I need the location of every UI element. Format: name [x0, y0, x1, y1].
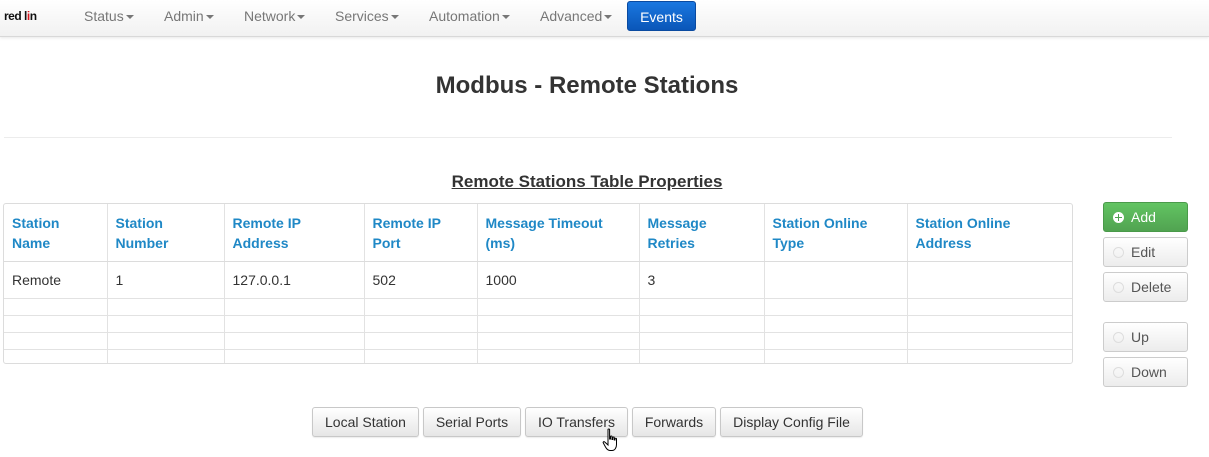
cell-message-retries: 3: [639, 261, 765, 299]
cell-online-address: [907, 261, 1072, 299]
hand-cursor-icon: [602, 428, 617, 451]
nav-admin[interactable]: Admin: [164, 0, 214, 34]
caret-down-icon: [390, 15, 399, 20]
nav-status[interactable]: Status: [84, 0, 134, 34]
circle-icon: [1113, 247, 1124, 258]
nav-automation-label: Automation: [429, 8, 500, 24]
nav-services[interactable]: Services: [335, 0, 399, 34]
col-header-online-address[interactable]: Station Online Address: [907, 204, 1072, 262]
display-config-file-button[interactable]: Display Config File: [720, 407, 863, 437]
col-header-station-name[interactable]: Station Name: [4, 204, 108, 262]
nav-admin-label: Admin: [164, 8, 204, 24]
edit-button-label: Edit: [1131, 244, 1156, 260]
up-button-label: Up: [1131, 329, 1149, 345]
add-button[interactable]: Add: [1103, 202, 1188, 232]
caret-down-icon: [125, 15, 134, 20]
caret-down-icon: [205, 15, 214, 20]
col-header-station-number[interactable]: Station Number: [107, 204, 225, 262]
page-title: Modbus - Remote Stations: [435, 72, 739, 99]
col-header-message-timeout[interactable]: Message Timeout (ms): [477, 204, 640, 262]
down-button-label: Down: [1131, 364, 1167, 380]
up-button[interactable]: Up: [1103, 322, 1188, 352]
col-header-remote-ip-address[interactable]: Remote IP Address: [224, 204, 365, 262]
edit-button[interactable]: Edit: [1103, 237, 1188, 267]
down-button[interactable]: Down: [1103, 357, 1188, 387]
cell-remote-ip-port: 502: [364, 261, 478, 299]
caret-down-icon: [501, 15, 510, 20]
section-title: Remote Stations Table Properties: [451, 172, 723, 191]
divider: [4, 137, 1172, 138]
serial-ports-button[interactable]: Serial Ports: [423, 407, 521, 437]
top-navbar: red lin Status Admin Network Services Au…: [0, 0, 1209, 37]
empty-table-row[interactable]: [4, 332, 1072, 350]
cell-message-timeout: 1000: [477, 261, 640, 299]
local-station-button[interactable]: Local Station: [312, 407, 419, 437]
nav-events[interactable]: Events: [627, 1, 696, 31]
logo-text: red l: [4, 9, 27, 23]
cell-station-number: 1: [107, 261, 225, 299]
nav-network-label: Network: [244, 8, 296, 24]
empty-table-row[interactable]: [4, 349, 1072, 363]
redlion-logo[interactable]: red lin: [4, 6, 54, 26]
plus-circle-icon: [1113, 212, 1124, 223]
delete-button[interactable]: Delete: [1103, 272, 1188, 302]
table-row[interactable]: Remote 1 127.0.0.1 502 1000 3: [4, 261, 1072, 299]
col-header-online-type[interactable]: Station Online Type: [764, 204, 908, 262]
col-header-remote-ip-port[interactable]: Remote IP Port: [364, 204, 478, 262]
caret-down-icon: [604, 15, 613, 20]
circle-icon: [1113, 282, 1124, 293]
nav-network[interactable]: Network: [244, 0, 306, 34]
table-header-row: Station Name Station Number Remote IP Addre…: [4, 204, 1072, 262]
cell-remote-ip-address: 127.0.0.1: [224, 261, 365, 299]
nav-automation[interactable]: Automation: [429, 0, 510, 34]
delete-button-label: Delete: [1131, 279, 1172, 295]
circle-icon: [1113, 367, 1124, 378]
empty-table-row[interactable]: [4, 298, 1072, 316]
add-button-label: Add: [1131, 209, 1156, 225]
logo-text-end: n: [29, 9, 37, 23]
cell-online-type: [764, 261, 908, 299]
circle-icon: [1113, 332, 1124, 343]
nav-advanced[interactable]: Advanced: [540, 0, 613, 34]
col-header-message-retries[interactable]: Message Retries: [639, 204, 765, 262]
nav-advanced-label: Advanced: [540, 8, 603, 24]
remote-stations-table: Station Name Station Number Remote IP Addre…: [3, 203, 1073, 364]
cell-station-name: Remote: [4, 261, 108, 299]
caret-down-icon: [297, 15, 306, 20]
nav-status-label: Status: [84, 8, 124, 24]
nav-services-label: Services: [335, 8, 389, 24]
empty-table-row[interactable]: [4, 315, 1072, 333]
forwards-button[interactable]: Forwards: [632, 407, 716, 437]
